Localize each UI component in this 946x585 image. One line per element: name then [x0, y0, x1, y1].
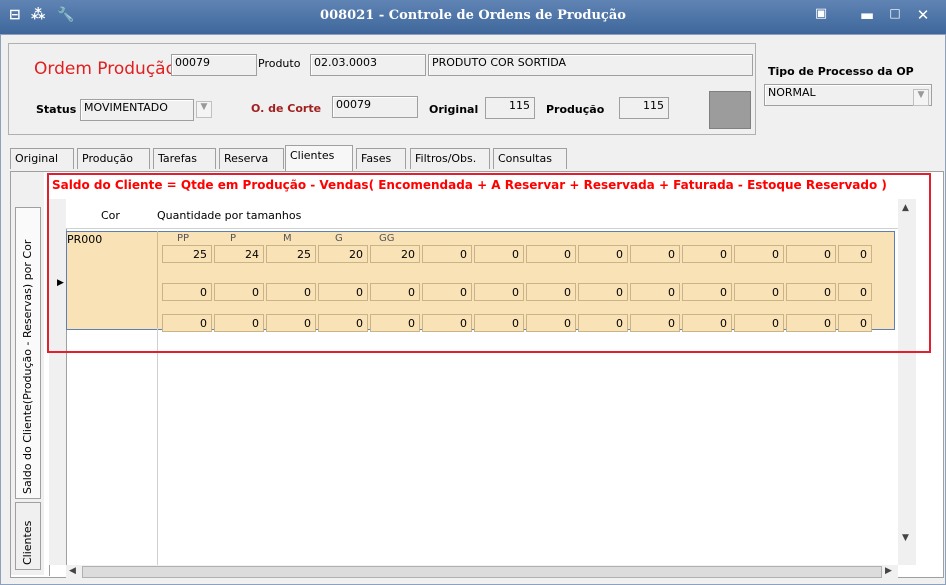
- tipo-value: NORMAL: [768, 86, 816, 99]
- minimize-icon[interactable]: ▬: [856, 6, 878, 24]
- tipo-select[interactable]: NORMAL: [764, 84, 932, 106]
- corte-label: O. de Corte: [251, 102, 322, 115]
- scroll-right-icon[interactable]: ▶: [885, 566, 892, 576]
- side-tab-bar: Saldo do Cliente(Produção - Reservas) po…: [11, 172, 44, 575]
- original-label: Original: [429, 103, 479, 116]
- status-label: Status: [36, 103, 77, 116]
- side-tab-saldo-label: Saldo do Cliente(Produção - Reservas) po…: [21, 239, 34, 494]
- produto-desc-field[interactable]: PRODUTO COR SORTIDA: [428, 54, 753, 76]
- color-swatch[interactable]: [709, 91, 751, 129]
- horizontal-scroll-thumb[interactable]: [82, 566, 882, 578]
- scroll-down-icon[interactable]: ▼: [902, 533, 909, 543]
- window-title: 008021 - Controle de Ordens de Produção: [320, 8, 626, 23]
- close-icon[interactable]: ✕: [912, 6, 934, 24]
- corte-field[interactable]: 00079: [332, 96, 418, 118]
- status-select[interactable]: MOVIMENTADO: [80, 99, 194, 121]
- side-tab-clientes[interactable]: Clientes: [15, 502, 41, 570]
- produto-code-field[interactable]: 02.03.0003: [310, 54, 426, 76]
- tab-reserva[interactable]: Reserva: [219, 148, 284, 169]
- producao-field[interactable]: 115: [619, 97, 669, 119]
- ordem-field[interactable]: 00079: [171, 54, 257, 76]
- horizontal-scrollbar[interactable]: ◀ ▶: [66, 565, 898, 580]
- cor-column-divider: [66, 328, 158, 565]
- tab-tarefas[interactable]: Tarefas: [153, 148, 216, 169]
- scroll-left-icon[interactable]: ◀: [69, 566, 76, 576]
- status-dropdown-icon[interactable]: ▼: [196, 101, 212, 118]
- tab-original[interactable]: Original: [10, 148, 74, 169]
- tab-producao[interactable]: Produção: [77, 148, 150, 169]
- tab-consultas[interactable]: Consultas: [493, 148, 567, 169]
- status-value: MOVIMENTADO: [84, 101, 168, 114]
- tipo-label: Tipo de Processo da OP: [768, 65, 914, 78]
- tab-fases[interactable]: Fases: [356, 148, 406, 169]
- saldo-formula-text: Saldo do Cliente = Qtde em Produção - Ve…: [52, 178, 887, 192]
- side-tab-clientes-label: Clientes: [21, 520, 34, 565]
- produto-label: Produto: [258, 57, 301, 70]
- title-bar: ⊟ ⁂ 🔧 008021 - Controle de Ordens de Pro…: [0, 0, 946, 34]
- producao-label: Produção: [546, 103, 605, 116]
- tab-clientes[interactable]: Clientes: [285, 145, 353, 171]
- side-tab-saldo[interactable]: Saldo do Cliente(Produção - Reservas) po…: [15, 207, 41, 499]
- tipo-dropdown-icon[interactable]: ▼: [913, 89, 929, 106]
- highlight-box: [47, 173, 931, 353]
- original-field[interactable]: 115: [485, 97, 535, 119]
- image-icon[interactable]: ▣: [810, 6, 832, 21]
- maximize-icon[interactable]: □: [884, 6, 906, 20]
- tab-filtros[interactable]: Filtros/Obs.: [410, 148, 490, 169]
- ordem-label: Ordem Produção: [34, 59, 176, 79]
